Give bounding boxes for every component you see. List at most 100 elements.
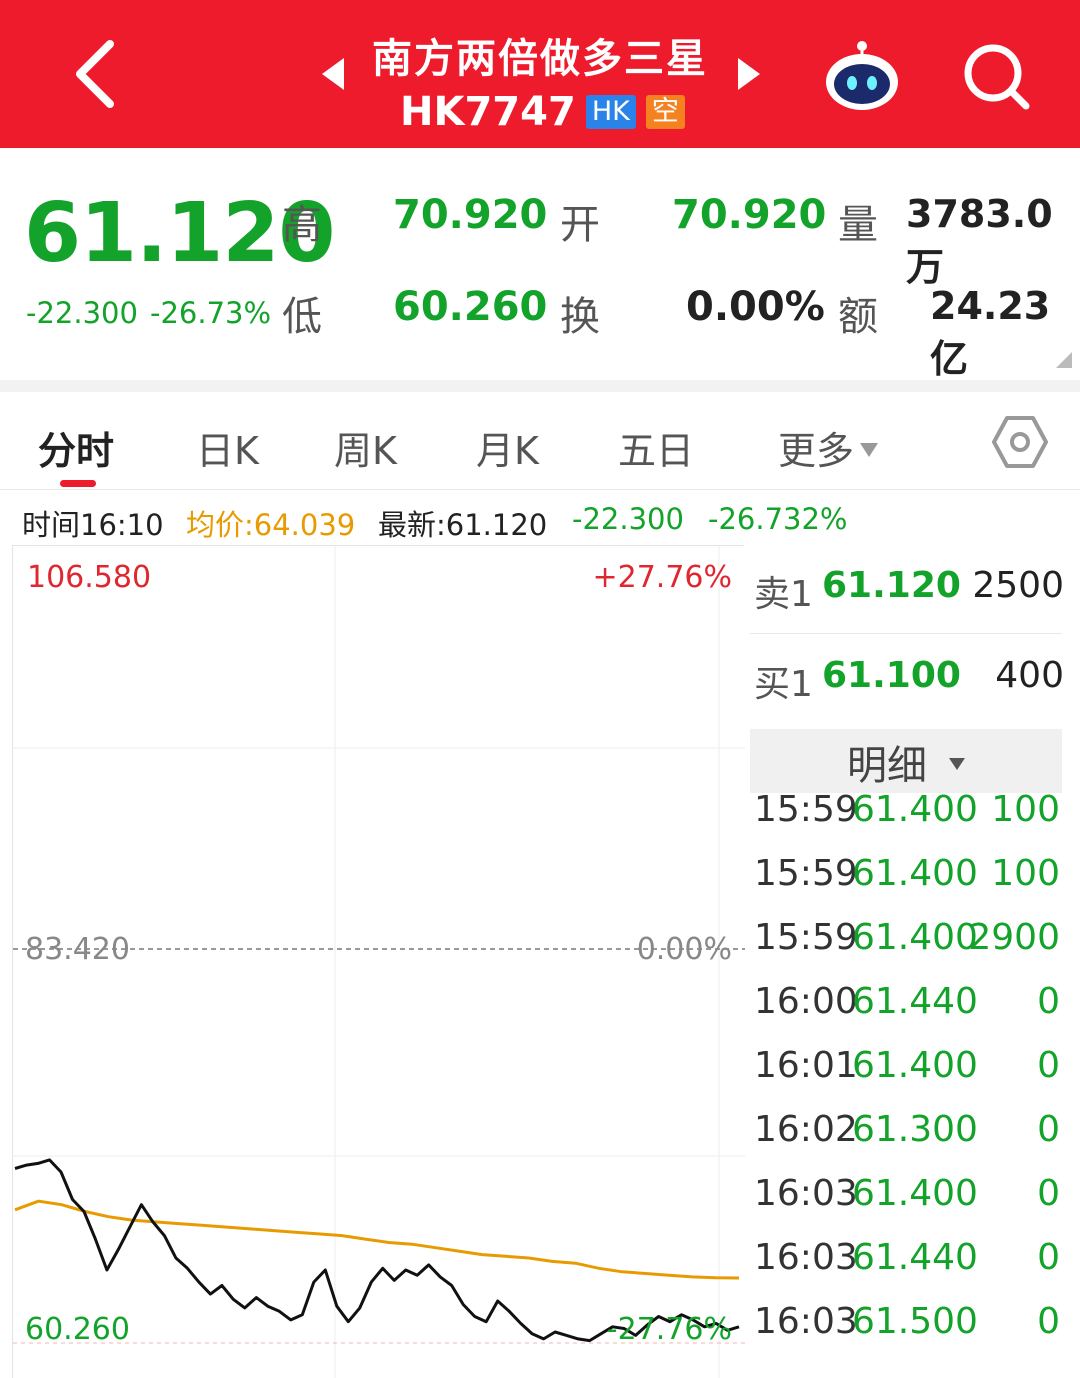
tick-time: 16:03 bbox=[754, 1237, 858, 1278]
tick-time: 16:03 bbox=[754, 1301, 858, 1342]
bid-1-price: 61.100 bbox=[822, 655, 961, 696]
tab-five-day[interactable]: 五日 bbox=[618, 420, 694, 475]
tick-price: 61.400 bbox=[852, 1173, 978, 1214]
tick-price: 61.400 bbox=[852, 1045, 978, 1086]
tick-price: 61.440 bbox=[852, 981, 978, 1022]
bid-1-row: 买1 61.100 400 bbox=[754, 635, 1064, 721]
bid-1-label: 买1 bbox=[754, 664, 813, 705]
search-icon[interactable] bbox=[960, 40, 1032, 112]
tick-row: 16:00 61.440 0 bbox=[754, 981, 1060, 1045]
market-tag: HK bbox=[585, 95, 636, 129]
tick-row: 15:59 61.400 2900 bbox=[754, 917, 1060, 981]
tick-row: 16:03 61.400 0 bbox=[754, 1173, 1060, 1237]
tick-price: 61.300 bbox=[852, 1109, 978, 1150]
short-tag: 空 bbox=[645, 95, 685, 129]
tick-row: 16:02 61.300 0 bbox=[754, 1109, 1060, 1173]
price-change-pct: -26.73% bbox=[150, 296, 272, 330]
tab-intraday[interactable]: 分时 bbox=[38, 420, 114, 475]
turnover-value: 0.00% bbox=[686, 284, 825, 330]
high-label: 高 bbox=[282, 202, 322, 248]
high-value: 70.920 bbox=[393, 192, 548, 238]
chart-pct-mid: 0.00% bbox=[636, 932, 732, 967]
quote-panel: 61.120 -22.300 -26.73% 高 70.920 开 70.920… bbox=[0, 148, 1080, 381]
dropdown-triangle-icon bbox=[860, 442, 879, 457]
tick-row: 16:03 61.500 0 bbox=[754, 1301, 1060, 1365]
ask-1-price: 61.120 bbox=[822, 565, 961, 606]
tick-price: 61.400 bbox=[852, 917, 978, 958]
back-arrow-icon[interactable] bbox=[62, 36, 132, 112]
expand-corner-icon[interactable] bbox=[1056, 352, 1072, 368]
tick-price: 61.440 bbox=[852, 1237, 978, 1278]
open-label: 开 bbox=[560, 202, 600, 248]
stock-code-row: HK7747 HK 空 bbox=[400, 88, 700, 136]
info-time: 时间16:10 bbox=[22, 508, 164, 542]
section-divider bbox=[0, 380, 1080, 392]
tick-row: 15:59 61.400 100 bbox=[754, 853, 1060, 917]
tick-volume: 0 bbox=[1037, 981, 1060, 1022]
chart-tabs: 分时 日K 周K 月K 五日 更多 bbox=[0, 392, 1080, 490]
tick-time: 15:59 bbox=[754, 917, 858, 958]
next-stock-icon[interactable] bbox=[734, 56, 764, 92]
tick-time: 16:02 bbox=[754, 1109, 858, 1150]
tick-volume: 2900 bbox=[968, 917, 1060, 958]
tick-volume: 0 bbox=[1037, 1237, 1060, 1278]
amount-label: 额 bbox=[838, 294, 878, 340]
tab-more-label: 更多 bbox=[778, 429, 855, 473]
low-value: 60.260 bbox=[393, 284, 548, 330]
volume-value: 3783.0万 bbox=[906, 192, 1053, 289]
tick-volume: 0 bbox=[1037, 1173, 1060, 1214]
tick-volume: 0 bbox=[1037, 1301, 1060, 1342]
tick-time: 15:59 bbox=[754, 789, 858, 830]
tick-price: 61.500 bbox=[852, 1301, 978, 1342]
bid-1-volume: 400 bbox=[995, 655, 1064, 696]
active-tab-indicator bbox=[60, 480, 96, 487]
tick-row: 15:59 61.400 100 bbox=[754, 789, 1060, 853]
tab-weekly-k[interactable]: 周K bbox=[334, 420, 397, 475]
tick-volume: 100 bbox=[991, 789, 1060, 830]
prev-stock-icon[interactable] bbox=[318, 56, 348, 92]
tick-row: 16:03 61.440 0 bbox=[754, 1237, 1060, 1301]
ask-1-volume: 2500 bbox=[972, 565, 1064, 606]
tick-price: 61.400 bbox=[852, 789, 978, 830]
chart-pct-bottom: -27.76% bbox=[606, 1312, 732, 1347]
chart-y-bottom: 60.260 bbox=[25, 1312, 130, 1347]
tick-row: 16:01 61.400 0 bbox=[754, 1045, 1060, 1109]
intraday-chart[interactable]: 106.580 +27.76% 83.420 0.00% 60.260 -27.… bbox=[12, 545, 745, 1378]
amount-value: 24.23亿 bbox=[930, 284, 1051, 381]
info-change-pct: -26.732% bbox=[708, 502, 848, 536]
tick-volume: 100 bbox=[991, 853, 1060, 894]
tick-time: 16:01 bbox=[754, 1045, 858, 1086]
tick-price: 61.400 bbox=[852, 853, 978, 894]
tick-time: 16:00 bbox=[754, 981, 858, 1022]
tab-more[interactable]: 更多 bbox=[778, 420, 879, 475]
detail-dropdown-icon bbox=[949, 758, 965, 770]
app-header: 南方两倍做多三星 HK7747 HK 空 bbox=[0, 0, 1080, 148]
chart-pct-top: +27.76% bbox=[592, 560, 732, 595]
stock-code: HK7747 bbox=[400, 89, 576, 135]
tick-time: 16:03 bbox=[754, 1173, 858, 1214]
info-avg-price: 均价:64.039 bbox=[186, 508, 356, 542]
price-change: -22.300 bbox=[26, 296, 138, 330]
order-book-divider bbox=[750, 633, 1062, 634]
ask-1-row: 卖1 61.120 2500 bbox=[754, 545, 1064, 631]
chart-y-top: 106.580 bbox=[27, 560, 152, 595]
chart-y-mid: 83.420 bbox=[25, 932, 130, 967]
stock-name: 南方两倍做多三星 bbox=[372, 36, 708, 82]
chart-info-line: 时间16:10 均价:64.039 最新:61.120 -22.300 -26.… bbox=[0, 496, 1080, 542]
detail-dropdown[interactable]: 明细 bbox=[750, 729, 1062, 793]
tab-monthly-k[interactable]: 月K bbox=[476, 420, 539, 475]
detail-label: 明细 bbox=[847, 743, 927, 789]
tick-volume: 0 bbox=[1037, 1045, 1060, 1086]
turnover-label: 换 bbox=[560, 294, 600, 340]
tick-time: 15:59 bbox=[754, 853, 858, 894]
order-book-panel: 卖1 61.120 2500 买1 61.100 400 明细 15:59 61… bbox=[746, 545, 1080, 1378]
ask-1-label: 卖1 bbox=[754, 574, 813, 615]
tick-volume: 0 bbox=[1037, 1109, 1060, 1150]
info-latest: 最新:61.120 bbox=[378, 508, 548, 542]
low-label: 低 bbox=[282, 294, 322, 340]
tab-daily-k[interactable]: 日K bbox=[196, 420, 259, 475]
info-change: -22.300 bbox=[572, 502, 684, 536]
settings-icon[interactable] bbox=[992, 414, 1048, 470]
robot-assistant-icon[interactable] bbox=[822, 38, 902, 112]
volume-label: 量 bbox=[838, 202, 878, 248]
